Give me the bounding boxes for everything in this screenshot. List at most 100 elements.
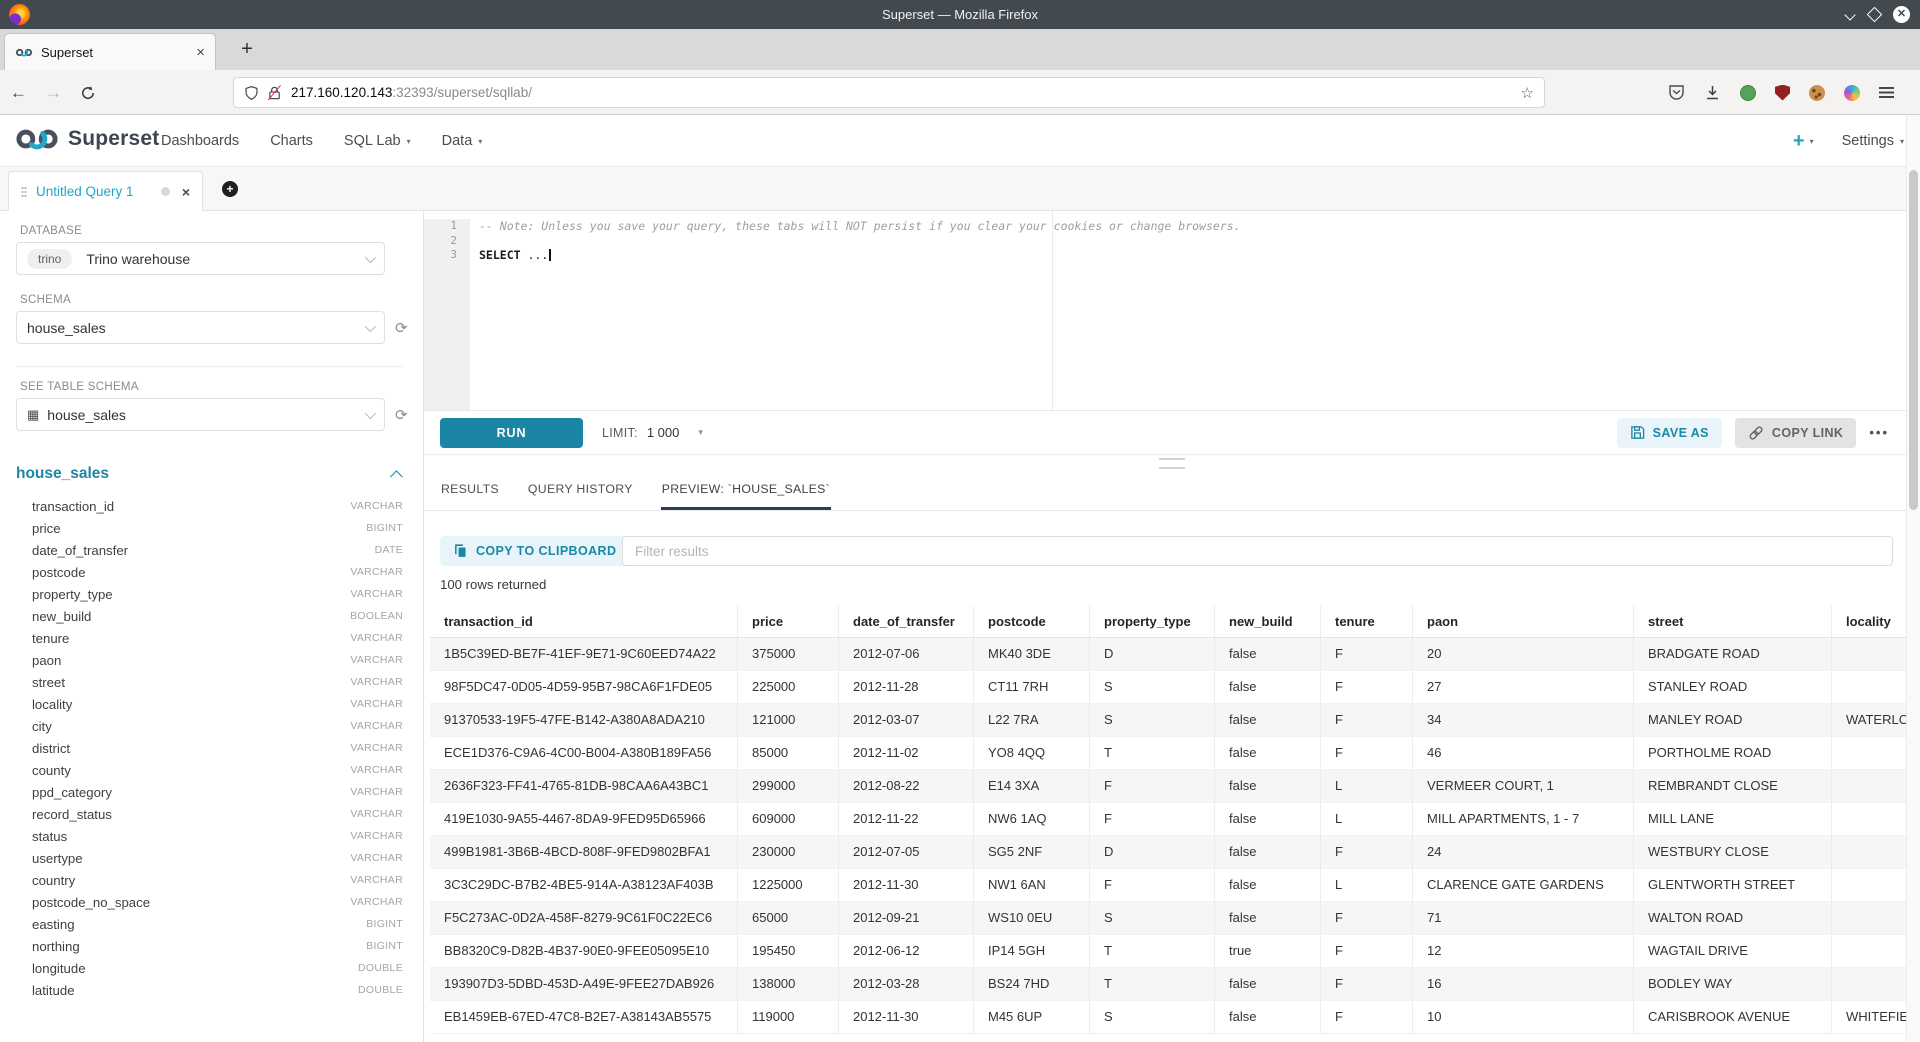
table-cell[interactable]: F [1321,704,1413,736]
column-list-item[interactable]: locality VARCHAR [16,693,403,715]
header-cell[interactable]: new_build [1215,606,1321,637]
table-cell[interactable]: WS10 0EU [974,902,1090,934]
table-cell[interactable]: F [1321,902,1413,934]
limit-caret-icon[interactable]: ▾ [698,427,703,438]
column-list-item[interactable]: new_build BOOLEAN [16,605,403,627]
nav-item-sql-lab[interactable]: SQL Lab▾ [344,133,411,149]
table-cell[interactable]: S [1090,902,1215,934]
table-cell[interactable]: YO8 4QQ [974,737,1090,769]
window-close-button[interactable]: ✕ [1893,6,1910,23]
table-cell[interactable]: D [1090,638,1215,670]
results-tab[interactable]: RESULTS [440,470,500,510]
table-cell[interactable]: BRADGATE ROAD [1634,638,1832,670]
table-cell[interactable]: BS24 7HD [974,968,1090,1000]
database-select[interactable]: trino Trino warehouse [16,242,385,275]
table-cell[interactable]: BB8320C9-D82B-4B37-90E0-9FEE05095E10 [430,935,738,967]
header-cell[interactable]: date_of_transfer [839,606,974,637]
extension-icon-green[interactable] [1740,85,1756,101]
table-cell[interactable]: F [1090,869,1215,901]
table-cell[interactable]: 2636F323-FF41-4765-81DB-98CAA6A43BC1 [430,770,738,802]
table-cell[interactable]: S [1090,704,1215,736]
table-cell[interactable]: 609000 [738,803,839,835]
copy-link-button[interactable]: COPY LINK [1735,418,1856,448]
table-cell[interactable]: 419E1030-9A55-4467-8DA9-9FED95D65966 [430,803,738,835]
table-cell[interactable]: CARISBROOK AVENUE [1634,1001,1832,1033]
settings-menu[interactable]: Settings ▾ [1842,133,1904,149]
ublock-shield-icon[interactable] [1775,85,1790,101]
header-cell[interactable]: tenure [1321,606,1413,637]
table-cell[interactable]: 1225000 [738,869,839,901]
collapse-chevron-icon[interactable] [390,470,403,483]
browser-new-tab-button[interactable]: + [232,35,262,65]
table-cell[interactable]: false [1215,902,1321,934]
add-query-tab-button[interactable]: + [222,181,238,197]
table-cell[interactable]: F [1321,968,1413,1000]
cookie-icon[interactable] [1809,85,1825,101]
results-tab[interactable]: PREVIEW: `HOUSE_SALES` [661,470,831,510]
table-cell[interactable]: F5C273AC-0D2A-458F-8279-9C61F0C22EC6 [430,902,738,934]
schema-select[interactable]: house_sales [16,311,385,344]
containers-icon[interactable] [1844,85,1860,101]
table-cell[interactable]: 230000 [738,836,839,868]
table-cell[interactable]: false [1215,770,1321,802]
table-cell[interactable]: WESTBURY CLOSE [1634,836,1832,868]
column-list-item[interactable]: transaction_id VARCHAR [16,495,403,517]
table-cell[interactable]: 2012-11-30 [839,869,974,901]
table-cell[interactable]: 24 [1413,836,1634,868]
table-cell[interactable]: F [1090,803,1215,835]
query-tab-close-icon[interactable]: × [182,184,190,200]
column-list-item[interactable]: latitude DOUBLE [16,979,403,1001]
table-cell[interactable]: MK40 3DE [974,638,1090,670]
table-cell[interactable]: 2012-11-28 [839,671,974,703]
menu-icon[interactable] [1879,87,1894,98]
table-cell[interactable]: L22 7RA [974,704,1090,736]
table-cell[interactable]: F [1321,935,1413,967]
table-cell[interactable]: 2012-03-28 [839,968,974,1000]
column-list-item[interactable]: ppd_category VARCHAR [16,781,403,803]
header-cell[interactable]: property_type [1090,606,1215,637]
insecure-lock-icon[interactable] [267,85,282,101]
bookmark-star-icon[interactable]: ☆ [1521,84,1534,102]
table-cell[interactable]: F [1321,737,1413,769]
download-icon[interactable] [1704,84,1721,101]
column-list-item[interactable]: district VARCHAR [16,737,403,759]
shield-icon[interactable] [244,85,259,101]
table-cell[interactable]: 10 [1413,1001,1634,1033]
table-select[interactable]: ▦ house_sales [16,398,385,431]
table-cell[interactable]: 2012-11-02 [839,737,974,769]
table-cell[interactable]: 499B1981-3B6B-4BCD-808F-9FED9802BFA1 [430,836,738,868]
table-cell[interactable]: 16 [1413,968,1634,1000]
table-cell[interactable]: 375000 [738,638,839,670]
refresh-table-icon[interactable]: ⟳ [395,406,408,424]
table-cell[interactable]: 46 [1413,737,1634,769]
table-cell[interactable]: F [1321,1001,1413,1033]
table-cell[interactable]: 27 [1413,671,1634,703]
table-cell[interactable]: false [1215,704,1321,736]
table-cell[interactable]: 225000 [738,671,839,703]
column-list-item[interactable]: longitude DOUBLE [16,957,403,979]
table-cell[interactable]: 71 [1413,902,1634,934]
scrollbar-thumb[interactable] [1909,170,1918,510]
table-cell[interactable]: NW6 1AQ [974,803,1090,835]
table-cell[interactable]: 119000 [738,1001,839,1033]
superset-logo[interactable]: Superset [14,127,159,151]
table-cell[interactable]: 91370533-19F5-47FE-B142-A380A8ADA210 [430,704,738,736]
table-cell[interactable]: 12 [1413,935,1634,967]
table-cell[interactable]: F [1090,770,1215,802]
table-cell[interactable]: false [1215,638,1321,670]
table-cell[interactable]: 2012-06-12 [839,935,974,967]
browser-tab-close-icon[interactable]: × [196,44,205,61]
refresh-schema-icon[interactable]: ⟳ [395,319,408,337]
table-cell[interactable]: 195450 [738,935,839,967]
table-cell[interactable]: 20 [1413,638,1634,670]
table-cell[interactable]: MILL LANE [1634,803,1832,835]
table-cell[interactable]: L [1321,803,1413,835]
table-cell[interactable]: STANLEY ROAD [1634,671,1832,703]
url-bar[interactable]: 217.160.120.143:32393/superset/sqllab/ ☆ [233,77,1545,108]
more-actions-button[interactable]: ••• [1869,425,1889,440]
table-cell[interactable]: 85000 [738,737,839,769]
table-cell[interactable]: L [1321,770,1413,802]
window-maximize-button[interactable] [1867,7,1883,23]
table-cell[interactable]: MANLEY ROAD [1634,704,1832,736]
window-minimize-button[interactable] [1846,10,1856,20]
